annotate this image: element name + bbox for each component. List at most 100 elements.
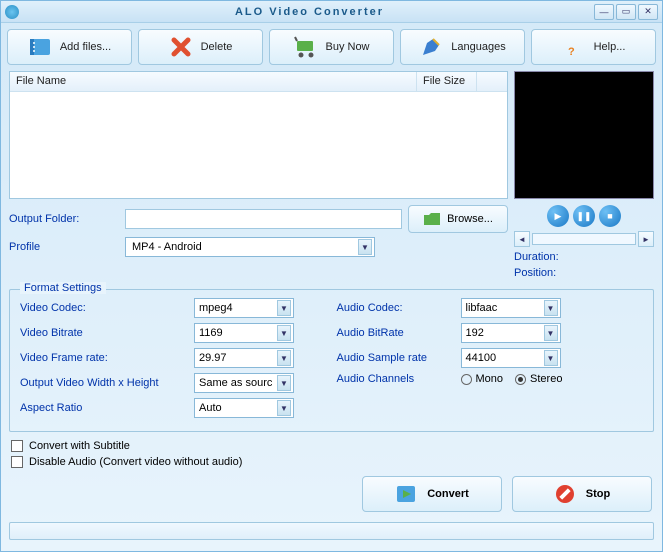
seek-back-button[interactable]: ◄ (514, 231, 530, 247)
video-size-label: Output Video Width x Height (20, 377, 190, 389)
languages-label: Languages (451, 41, 505, 53)
aspect-label: Aspect Ratio (20, 402, 190, 414)
delete-icon (169, 35, 193, 59)
radio-icon (461, 374, 472, 385)
buy-label: Buy Now (325, 41, 369, 53)
output-section: Output Folder: Browse... Profile MP4 - A… (9, 205, 508, 261)
browse-label: Browse... (447, 213, 493, 225)
pen-icon (419, 35, 443, 59)
disable-audio-checkbox-row: Disable Audio (Convert video without aud… (1, 454, 662, 470)
close-button[interactable]: ✕ (638, 4, 658, 20)
profile-select[interactable]: MP4 - Android ▼ (125, 237, 375, 257)
stop-label: Stop (586, 488, 610, 500)
file-table: File Name File Size (9, 71, 508, 199)
help-label: Help... (594, 41, 626, 53)
subtitle-label: Convert with Subtitle (29, 440, 130, 452)
audio-codec-label: Audio Codec: (337, 302, 457, 314)
chevron-down-icon: ▼ (277, 375, 291, 391)
audio-settings-col: Audio Codec: libfaac▼ Audio BitRate 192▼… (337, 298, 644, 423)
status-bar (9, 522, 654, 540)
app-window: ALO Video Converter — ▭ ✕ Add files... D… (0, 0, 663, 552)
subtitle-checkbox[interactable] (11, 440, 23, 452)
pause-button[interactable]: ❚❚ (573, 205, 595, 227)
mono-radio[interactable]: Mono (461, 373, 504, 385)
chevron-down-icon: ▼ (277, 325, 291, 341)
toolbar: Add files... Delete Buy Now Languages ? … (1, 23, 662, 71)
col-file-name[interactable]: File Name (10, 72, 417, 91)
chevron-down-icon: ▼ (544, 300, 558, 316)
disable-audio-label: Disable Audio (Convert video without aud… (29, 456, 242, 468)
format-settings-group: Format Settings Video Codec: mpeg4▼ Vide… (9, 289, 654, 432)
col-file-size[interactable]: File Size (417, 72, 477, 91)
stereo-radio[interactable]: Stereo (515, 373, 562, 385)
chevron-down-icon: ▼ (277, 350, 291, 366)
chevron-down-icon: ▼ (544, 350, 558, 366)
video-bitrate-label: Video Bitrate (20, 327, 190, 339)
convert-icon (395, 483, 417, 505)
titlebar: ALO Video Converter — ▭ ✕ (1, 1, 662, 23)
stop-playback-button[interactable]: ■ (599, 205, 621, 227)
cart-icon (293, 35, 317, 59)
add-files-label: Add files... (60, 41, 111, 53)
subtitle-checkbox-row: Convert with Subtitle (1, 438, 662, 454)
profile-value: MP4 - Android (132, 241, 202, 253)
col-spacer (477, 72, 507, 91)
languages-button[interactable]: Languages (400, 29, 525, 65)
output-folder-label: Output Folder: (9, 213, 119, 225)
app-icon (5, 5, 19, 19)
main-row: File Name File Size (1, 71, 662, 199)
video-settings-col: Video Codec: mpeg4▼ Video Bitrate 1169▼ … (20, 298, 327, 423)
audio-sample-select[interactable]: 44100▼ (461, 348, 561, 368)
help-button[interactable]: ? Help... (531, 29, 656, 65)
action-row: Convert Stop (1, 470, 662, 518)
maximize-button[interactable]: ▭ (616, 4, 636, 20)
video-codec-label: Video Codec: (20, 302, 190, 314)
buy-now-button[interactable]: Buy Now (269, 29, 394, 65)
profile-label: Profile (9, 241, 119, 253)
delete-label: Delete (201, 41, 233, 53)
output-folder-input[interactable] (125, 209, 402, 229)
audio-channels-label: Audio Channels (337, 373, 457, 385)
add-files-button[interactable]: Add files... (7, 29, 132, 65)
folder-icon (423, 212, 441, 226)
stop-button[interactable]: Stop (512, 476, 652, 512)
seek-track[interactable] (532, 233, 636, 245)
convert-label: Convert (427, 488, 469, 500)
audio-codec-select[interactable]: libfaac▼ (461, 298, 561, 318)
minimize-button[interactable]: — (594, 4, 614, 20)
mid-row: Output Folder: Browse... Profile MP4 - A… (1, 199, 662, 283)
seek-forward-button[interactable]: ► (638, 231, 654, 247)
position-label: Position: (514, 267, 654, 279)
video-bitrate-select[interactable]: 1169▼ (194, 323, 294, 343)
seek-bar: ◄ ► (514, 231, 654, 247)
convert-button[interactable]: Convert (362, 476, 502, 512)
aspect-select[interactable]: Auto▼ (194, 398, 294, 418)
table-body[interactable] (10, 92, 507, 198)
video-fps-select[interactable]: 29.97▼ (194, 348, 294, 368)
table-header: File Name File Size (10, 72, 507, 92)
player-controls: ▶ ❚❚ ■ ◄ ► Duration: Position: (514, 205, 654, 279)
window-title: ALO Video Converter (25, 6, 594, 18)
audio-bitrate-select[interactable]: 192▼ (461, 323, 561, 343)
video-preview (514, 71, 654, 199)
chevron-down-icon: ▼ (544, 325, 558, 341)
disable-audio-checkbox[interactable] (11, 456, 23, 468)
window-controls: — ▭ ✕ (594, 4, 658, 20)
browse-button[interactable]: Browse... (408, 205, 508, 233)
delete-button[interactable]: Delete (138, 29, 263, 65)
help-icon: ? (562, 35, 586, 59)
format-group-title: Format Settings (20, 282, 106, 294)
audio-sample-label: Audio Sample rate (337, 352, 457, 364)
video-fps-label: Video Frame rate: (20, 352, 190, 364)
audio-channels-radios: Mono Stereo (461, 373, 563, 385)
audio-bitrate-label: Audio BitRate (337, 327, 457, 339)
film-add-icon (28, 35, 52, 59)
radio-icon (515, 374, 526, 385)
svg-text:?: ? (568, 46, 575, 58)
video-codec-select[interactable]: mpeg4▼ (194, 298, 294, 318)
play-button[interactable]: ▶ (547, 205, 569, 227)
video-size-select[interactable]: Same as sourc▼ (194, 373, 294, 393)
chevron-down-icon: ▼ (277, 300, 291, 316)
stop-icon (554, 483, 576, 505)
duration-label: Duration: (514, 251, 654, 263)
